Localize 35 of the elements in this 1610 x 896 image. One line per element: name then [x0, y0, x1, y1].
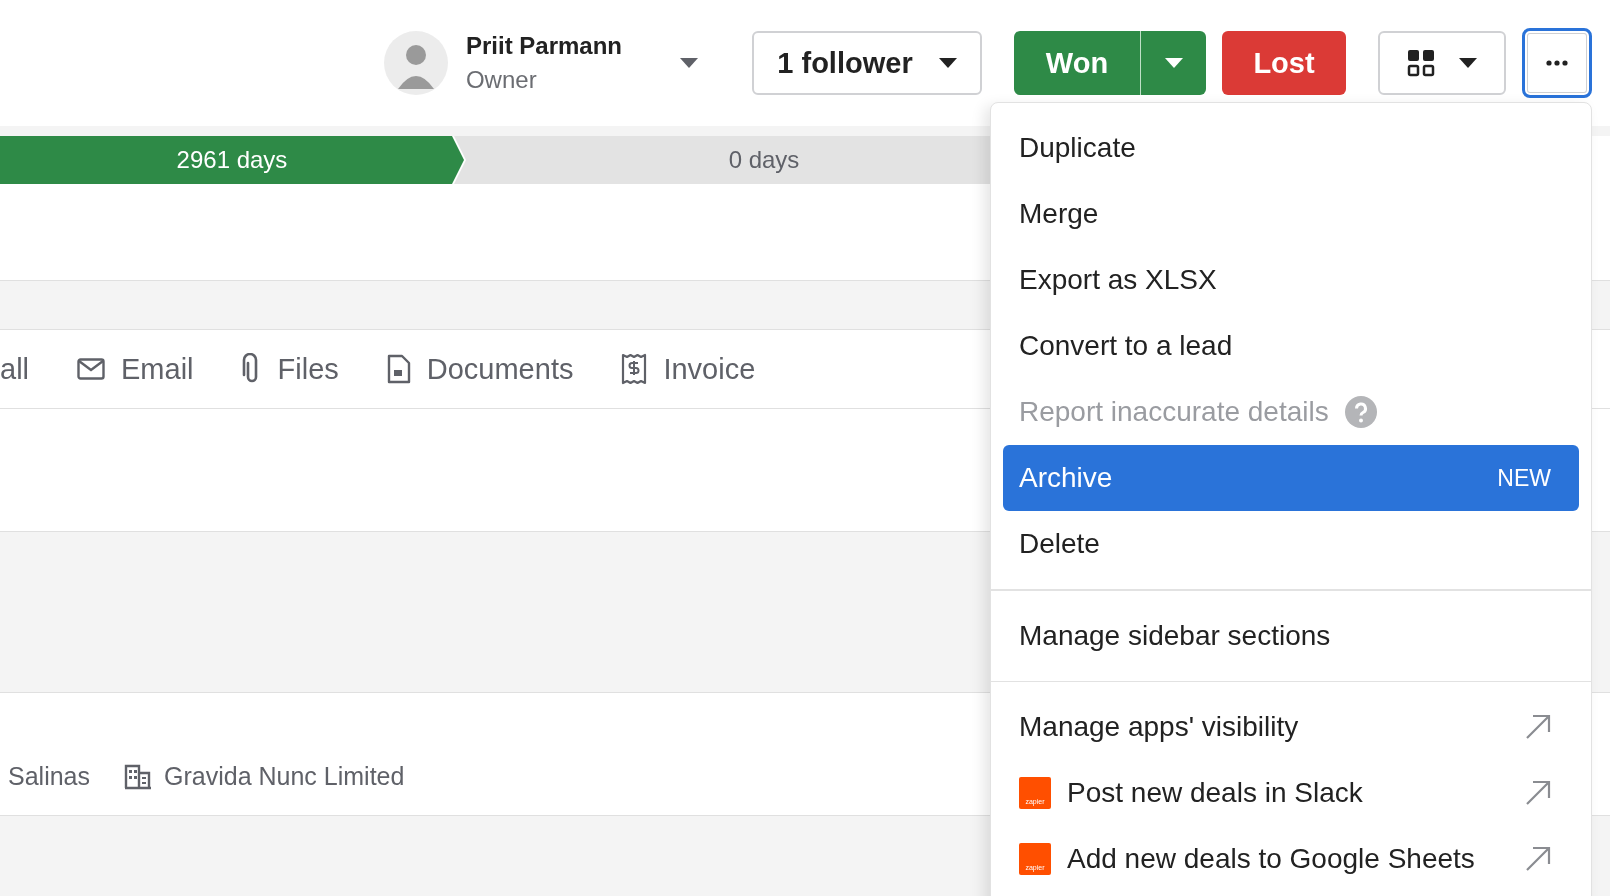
tab-label[interactable]: Invoice: [663, 352, 756, 386]
caret-icon: [1459, 58, 1477, 68]
owner-name: Priit Parmann: [465, 32, 622, 60]
info-text[interactable]: Gravida Nunc Limited: [164, 762, 405, 791]
tab-label[interactable]: Documents: [426, 352, 574, 386]
document-icon: [386, 354, 411, 384]
menu-item[interactable]: Convert to a lead: [1003, 313, 1579, 379]
follower-button[interactable]: 1 follower: [752, 31, 982, 95]
menu-item[interactable]: Archive NEW: [1003, 445, 1579, 511]
new-label: NEW: [1497, 464, 1551, 492]
menu-item[interactable]: Delete: [1003, 511, 1579, 577]
more-button[interactable]: [1522, 28, 1592, 98]
caret-icon: [938, 58, 957, 68]
tab-label[interactable]: all: [0, 352, 29, 386]
won-button[interactable]: Won: [1014, 31, 1140, 95]
tab-label[interactable]: Files: [277, 352, 339, 386]
grid-icon: [1407, 49, 1435, 77]
view-switch-button[interactable]: [1378, 31, 1506, 95]
info-text[interactable]: Salinas: [8, 762, 90, 791]
avatar-silhouette-icon: [383, 31, 448, 95]
pipeline-stage[interactable]: 2961 days: [0, 136, 464, 184]
menu-item[interactable]: Merge: [1003, 181, 1579, 247]
menu-item[interactable]: Export as XLSX: [1003, 247, 1579, 313]
lost-button[interactable]: Lost: [1222, 31, 1346, 95]
menu-item[interactable]: Manage sidebar sections: [1003, 602, 1579, 669]
envelope-icon: [77, 358, 105, 380]
won-dropdown-button[interactable]: [1140, 31, 1206, 95]
menu-item[interactable]: Manage apps' visibility: [1003, 694, 1579, 760]
caret-icon[interactable]: [680, 58, 698, 68]
caret-icon: [1164, 58, 1183, 68]
tab-label[interactable]: Email: [121, 352, 194, 386]
receipt-icon: [621, 353, 648, 385]
owner-role: Owner: [465, 66, 538, 94]
more-icon: [1546, 60, 1568, 66]
building-icon: [124, 763, 152, 790]
